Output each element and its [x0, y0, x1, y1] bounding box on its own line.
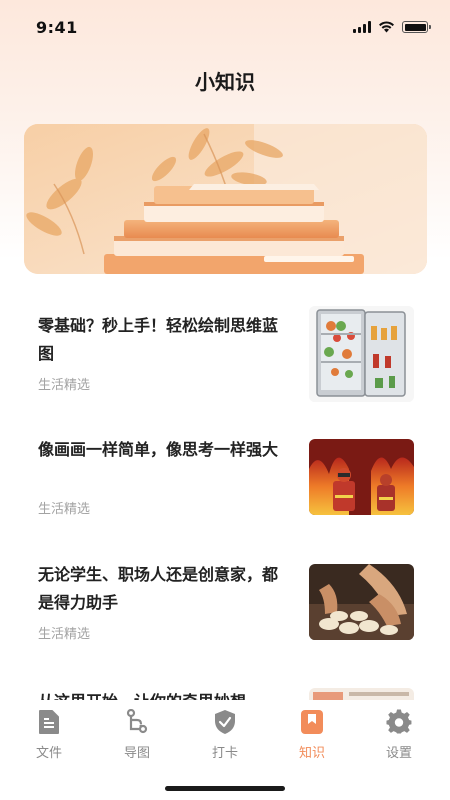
status-icons	[353, 21, 431, 33]
wifi-icon	[379, 21, 394, 33]
page-title: 小知识	[195, 70, 255, 94]
tab-label: 导图	[123, 746, 150, 761]
article-source: 生活精选	[38, 627, 91, 642]
cellular-signal-icon	[353, 21, 371, 33]
status-time: 9:41	[36, 17, 78, 37]
tab-label: 知识	[298, 746, 325, 761]
article-title: 像画画一样简单，像思考一样强大	[38, 440, 279, 459]
list-item[interactable]: 无论学生、职场人还是创意家，都是得力助手 生活精选	[0, 561, 450, 671]
home-indicator	[165, 786, 285, 791]
gear-icon	[385, 708, 413, 736]
tab-checkin[interactable]: 打卡	[190, 708, 260, 768]
banner-image[interactable]	[24, 124, 427, 274]
firefighters-image	[309, 439, 414, 515]
article-source: 生活精选	[38, 378, 91, 393]
file-icon	[35, 708, 63, 736]
mindmap-icon	[123, 708, 151, 736]
tab-bar: 文件 导图 打卡 知识 设置	[0, 700, 450, 800]
list-item[interactable]: 零基础？秒上手！轻松绘制思维蓝图 生活精选	[0, 306, 450, 416]
checkin-icon	[211, 708, 239, 736]
article-title: 无论学生、职场人还是创意家，都是得力助手	[38, 565, 279, 612]
tab-mindmap[interactable]: 导图	[102, 708, 172, 768]
tab-label: 设置	[385, 746, 412, 761]
status-bar: 9:41	[0, 0, 450, 54]
tab-label: 打卡	[211, 746, 238, 761]
tab-knowledge[interactable]: 知识	[277, 708, 347, 768]
list-item[interactable]: 像画画一样简单，像思考一样强大 生活精选	[0, 432, 450, 542]
tab-files[interactable]: 文件	[14, 708, 84, 768]
battery-icon	[402, 21, 431, 33]
tab-settings[interactable]: 设置	[364, 708, 434, 768]
bookmark-icon	[298, 708, 326, 736]
dumplings-image	[309, 564, 414, 640]
article-title: 零基础？秒上手！轻松绘制思维蓝图	[38, 316, 279, 363]
article-source: 生活精选	[38, 502, 91, 517]
tab-label: 文件	[35, 746, 62, 761]
fridge-image	[309, 306, 414, 402]
